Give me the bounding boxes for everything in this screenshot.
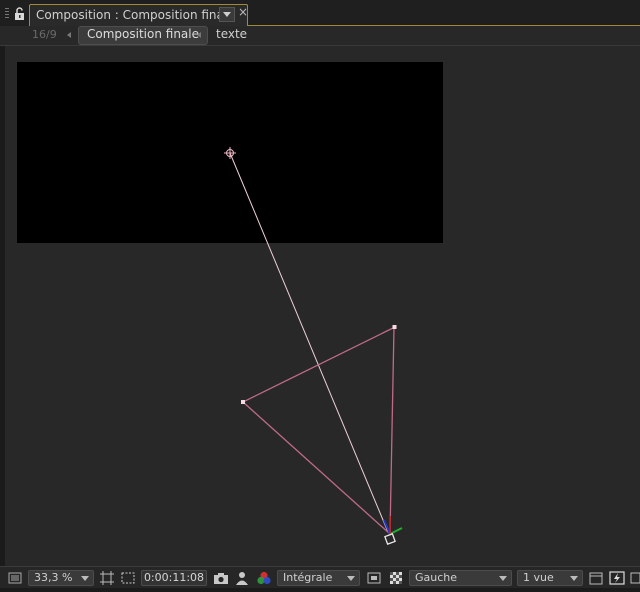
transparency-grid-icon[interactable] — [388, 570, 404, 586]
render-icon[interactable] — [588, 570, 604, 586]
camera-motion-path[interactable] — [241, 326, 396, 536]
view-count-value: 1 vue — [523, 571, 554, 584]
mask-icon[interactable] — [120, 570, 136, 586]
magnification-dropdown[interactable]: 33,3 % — [28, 570, 94, 586]
flowchart-icon[interactable] — [629, 570, 640, 586]
breadcrumb-current-composition[interactable]: Composition finale — [78, 26, 208, 45]
composition-breadcrumb: 16/9 Composition finale texte — [0, 26, 640, 46]
resolution-dropdown[interactable]: Intégrale — [277, 570, 360, 586]
breadcrumb-left-arrow-icon[interactable] — [67, 32, 71, 38]
region-icon[interactable] — [366, 570, 382, 586]
panel-menu-button[interactable] — [219, 7, 235, 22]
resolution-value: Intégrale — [283, 571, 333, 584]
current-time-display[interactable]: 0:00:11:08 — [141, 570, 207, 586]
view-layout-value: Gauche — [415, 571, 458, 584]
composition-viewer[interactable] — [5, 46, 640, 566]
channels-icon[interactable] — [256, 570, 272, 586]
composition-panel-tab[interactable]: Composition : Composition finale — [29, 4, 248, 26]
composition-panel-title: Composition : Composition finale — [36, 8, 235, 22]
view-layout-dropdown[interactable]: Gauche — [409, 570, 512, 586]
panel-bottom-edge — [0, 588, 640, 592]
camera-motion-path-overlay — [224, 147, 403, 545]
close-icon[interactable]: × — [238, 5, 248, 19]
panel-tab-bar: Composition : Composition finale × — [0, 0, 640, 26]
grid-icon[interactable] — [99, 570, 115, 586]
breadcrumb-child-composition[interactable]: texte — [216, 27, 247, 41]
fast-preview-icon[interactable] — [609, 570, 625, 586]
aspect-ratio-label: 16/9 — [32, 28, 57, 41]
point-of-interest-icon[interactable] — [224, 147, 236, 159]
motion-path-keyframe[interactable] — [392, 325, 397, 329]
camera-icon[interactable] — [213, 570, 229, 586]
magnification-value: 33,3 % — [34, 571, 73, 584]
motion-path-keyframe[interactable] — [241, 400, 245, 404]
always-preview-icon[interactable] — [8, 570, 22, 586]
person-icon[interactable] — [235, 570, 249, 586]
panel-grip-handle[interactable] — [5, 8, 9, 18]
lock-icon[interactable] — [12, 7, 26, 20]
viewer-toolbar: 33,3 % 0:00:11:08 Intégrale Gauche 1 vue — [0, 566, 640, 588]
breadcrumb-left-arrow-icon[interactable] — [197, 32, 201, 38]
view-count-dropdown[interactable]: 1 vue — [517, 570, 583, 586]
